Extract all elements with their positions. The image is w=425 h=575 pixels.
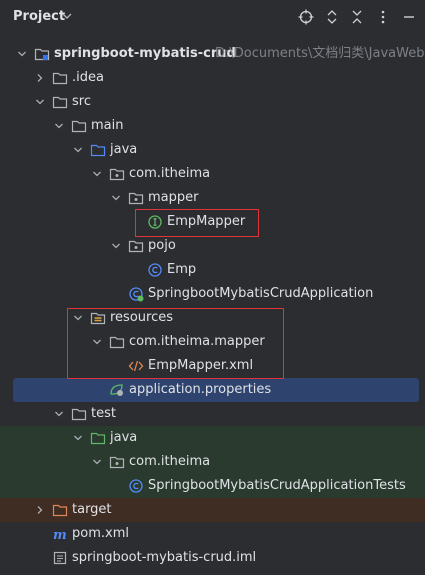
- tree-item-application-class[interactable]: SpringbootMybatisCrudApplication: [0, 282, 425, 306]
- package-label: mapper: [148, 190, 199, 205]
- file-label: springboot-mybatis-crud.iml: [72, 550, 257, 565]
- chevron-down-icon[interactable]: [16, 48, 28, 60]
- file-label: Emp: [167, 262, 197, 277]
- chevron-down-icon[interactable]: [72, 432, 84, 444]
- chevron-down-icon[interactable]: [91, 456, 103, 468]
- folder-icon: [52, 94, 68, 110]
- source-folder-icon: [90, 142, 106, 158]
- chevron-down-icon[interactable]: [62, 9, 72, 23]
- folder-icon: [52, 70, 68, 86]
- highlight-box-resources: [67, 308, 284, 379]
- folder-icon: [71, 406, 87, 422]
- test-source-folder-icon: [90, 430, 106, 446]
- chevron-down-icon[interactable]: [110, 192, 122, 204]
- maven-icon: m: [52, 526, 68, 542]
- package-label: pojo: [148, 238, 176, 253]
- tree-item-tests-class[interactable]: SpringbootMybatisCrudApplicationTests: [0, 474, 425, 498]
- chevron-down-icon[interactable]: [53, 408, 65, 420]
- tree-item-emp[interactable]: Emp: [0, 258, 425, 282]
- package-icon: [109, 454, 125, 470]
- collapse-all-icon[interactable]: [349, 9, 365, 25]
- chevron-right-icon[interactable]: [34, 72, 46, 84]
- tree-item-test[interactable]: test: [0, 402, 425, 426]
- tree-item-src[interactable]: src: [0, 90, 425, 114]
- more-options-icon[interactable]: [375, 9, 391, 25]
- tree-item-pojo[interactable]: pojo: [0, 234, 425, 258]
- tree-item-target[interactable]: target: [0, 498, 425, 522]
- folder-label: java: [110, 430, 138, 445]
- file-label: SpringbootMybatisCrudApplicationTests: [148, 478, 406, 493]
- file-label: SpringbootMybatisCrudApplication: [148, 286, 374, 301]
- locate-icon[interactable]: [298, 9, 314, 25]
- module-folder-icon: [34, 46, 50, 62]
- chevron-down-icon[interactable]: [53, 120, 65, 132]
- package-label: com.itheima: [129, 166, 211, 181]
- highlight-box-empmapper: [135, 209, 259, 237]
- chevron-down-icon[interactable]: [91, 168, 103, 180]
- package-icon: [128, 190, 144, 206]
- properties-file-icon: [109, 382, 125, 398]
- package-icon: [128, 238, 144, 254]
- tree-item-java[interactable]: java: [0, 138, 425, 162]
- project-path: D:\Documents\文档归类\JavaWeb: [215, 46, 425, 61]
- tree-item-pom[interactable]: m pom.xml: [0, 522, 425, 546]
- tree-item-idea[interactable]: .idea: [0, 66, 425, 90]
- file-label: pom.xml: [72, 526, 129, 541]
- class-icon: [128, 478, 144, 494]
- folder-icon: [71, 118, 87, 134]
- excluded-folder-icon: [52, 502, 68, 518]
- module-file-icon: [52, 550, 68, 566]
- chevron-right-icon[interactable]: [34, 504, 46, 516]
- folder-label: .idea: [72, 70, 104, 85]
- project-toolbar: Project: [0, 0, 425, 36]
- panel-title[interactable]: Project: [13, 9, 65, 24]
- class-icon: [147, 262, 163, 278]
- expand-collapse-icon[interactable]: [324, 9, 340, 25]
- tree-item-mapper[interactable]: mapper: [0, 186, 425, 210]
- package-icon: [109, 166, 125, 182]
- folder-label: target: [72, 502, 112, 517]
- tree-item-main[interactable]: main: [0, 114, 425, 138]
- tree-item-test-package[interactable]: com.itheima: [0, 450, 425, 474]
- tree-item-project-root[interactable]: springboot-mybatis-crud D:\Documents\文档归…: [0, 42, 425, 66]
- tree-item-application-properties[interactable]: application.properties: [13, 378, 419, 402]
- minimize-icon[interactable]: [401, 9, 417, 25]
- spring-boot-class-icon: [128, 286, 144, 302]
- folder-label: src: [72, 94, 91, 109]
- chevron-down-icon[interactable]: [72, 144, 84, 156]
- tree-item-package[interactable]: com.itheima: [0, 162, 425, 186]
- folder-label: main: [91, 118, 124, 133]
- folder-label: java: [110, 142, 138, 157]
- tree-item-iml[interactable]: springboot-mybatis-crud.iml: [0, 546, 425, 570]
- svg-text:m: m: [53, 528, 67, 542]
- project-name: springboot-mybatis-crud: [54, 46, 236, 61]
- package-label: com.itheima: [129, 454, 211, 469]
- chevron-down-icon[interactable]: [34, 96, 46, 108]
- chevron-down-icon[interactable]: [110, 240, 122, 252]
- tree-item-test-java[interactable]: java: [0, 426, 425, 450]
- file-label: application.properties: [129, 382, 272, 397]
- folder-label: test: [91, 406, 116, 421]
